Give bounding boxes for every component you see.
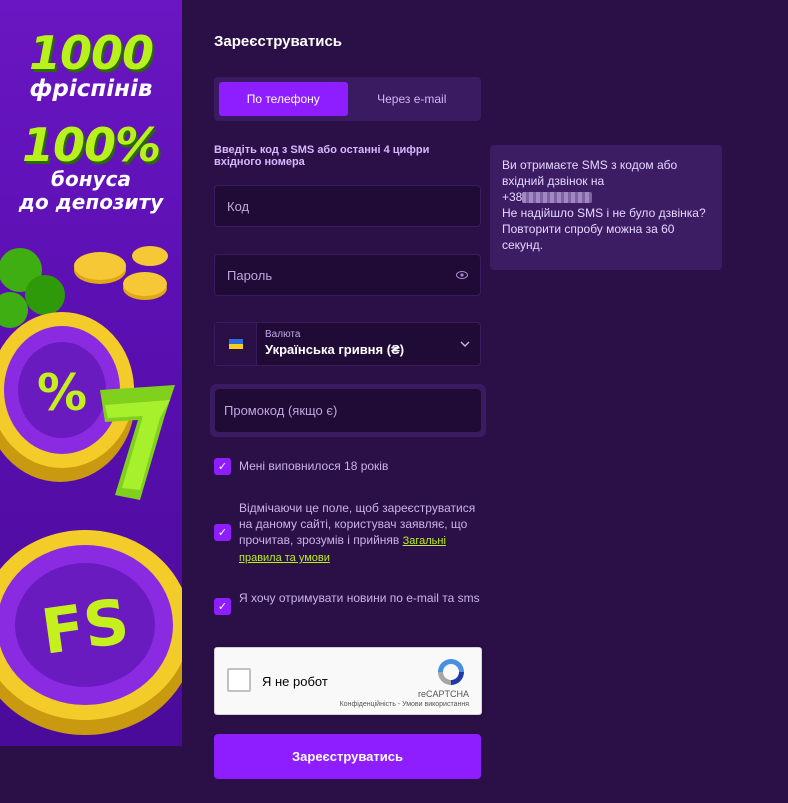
form-title: Зареєструватись xyxy=(214,33,343,50)
promo-bonus-percent: 100% xyxy=(21,118,161,172)
recaptcha-terms[interactable]: Конфіденційність - Умови використання xyxy=(340,701,469,708)
promo-code-input[interactable]: Промокод (якщо є) xyxy=(215,389,481,432)
currency-select[interactable]: Валюта Українська гривня (₴) xyxy=(214,322,481,366)
terms-label: Відмічаючи це поле, щоб зареєструватися … xyxy=(239,500,484,566)
promo-bonus-line1: бонуса xyxy=(51,167,131,191)
svg-text:%: % xyxy=(37,364,87,422)
newsletter-checkbox[interactable]: ✓ xyxy=(214,598,231,615)
age-confirm-checkbox[interactable]: ✓ xyxy=(214,458,231,475)
currency-value: Українська гривня (₴) xyxy=(265,342,405,357)
promo-code-field-wrapper: Промокод (якщо є) xyxy=(210,384,486,437)
sms-notice-text1: Ви отримаєте SMS з кодом або вхідний дзв… xyxy=(502,158,678,188)
gold-coins-icon xyxy=(74,246,168,300)
recaptcha-brand: reCAPTCHA xyxy=(417,689,469,699)
terms-checkbox[interactable]: ✓ xyxy=(214,524,231,541)
promo-banner[interactable]: 1000 фріспінів 100% бонуса до депозиту %… xyxy=(0,0,182,746)
registration-method-tabs: По телефону Через e-mail xyxy=(214,77,481,121)
chevron-down-icon[interactable] xyxy=(450,323,480,365)
promo-casino-chips-illustration: % FS xyxy=(0,246,182,735)
promo-freespins-label: фріспінів xyxy=(29,76,153,102)
recaptcha-checkbox[interactable] xyxy=(227,668,251,692)
svg-text:FS: FS xyxy=(37,584,133,668)
sms-notice: Ви отримаєте SMS з кодом або вхідний дзв… xyxy=(490,145,722,270)
registration-form: Зареєструватись По телефону Через e-mail… xyxy=(182,0,788,803)
tab-by-phone[interactable]: По телефону xyxy=(219,82,348,116)
newsletter-checkbox-row[interactable]: ✓ Я хочу отримувати новини по e-mail та … xyxy=(214,590,484,615)
promo-bonus-label: бонуса до депозиту xyxy=(0,168,182,214)
terms-checkbox-row[interactable]: ✓ Відмічаючи це поле, щоб зареєструватис… xyxy=(214,500,484,566)
sms-notice-phone-prefix: +38 xyxy=(502,190,523,204)
age-confirm-label: Мені виповнилося 18 років xyxy=(239,459,389,473)
register-button[interactable]: Зареєструватись xyxy=(214,734,481,779)
password-placeholder: Пароль xyxy=(227,267,273,283)
blurred-phone-number xyxy=(522,192,593,204)
age-confirm-checkbox-row[interactable]: ✓ Мені виповнилося 18 років xyxy=(214,458,388,475)
sms-notice-phone: +38 xyxy=(502,190,593,204)
show-password-eye-icon[interactable] xyxy=(456,268,468,282)
newsletter-label: Я хочу отримувати новини по e-mail та sm… xyxy=(239,591,480,605)
currency-flag xyxy=(215,323,257,365)
fs-chip-icon: FS xyxy=(0,530,182,735)
sms-code-placeholder: Код xyxy=(227,198,250,214)
sms-notice-text2: Не надійшло SMS і не було дзвінка? Повто… xyxy=(502,206,706,252)
currency-label: Валюта xyxy=(265,329,301,340)
promo-bonus-line2: до депозиту xyxy=(18,190,164,214)
promo-freespins-count: 1000 xyxy=(28,26,154,80)
tab-by-email[interactable]: Через e-mail xyxy=(348,82,477,116)
registration-page: 1000 фріспінів 100% бонуса до депозиту %… xyxy=(0,0,788,803)
recaptcha-logo-icon xyxy=(438,659,464,685)
ukraine-flag-icon xyxy=(228,339,243,349)
sms-code-input[interactable]: Код xyxy=(214,185,481,227)
promo-code-placeholder: Промокод (якщо є) xyxy=(224,403,338,418)
sms-code-hint: Введіть код з SMS або останні 4 цифри вх… xyxy=(214,144,430,168)
recaptcha-label: Я не робот xyxy=(262,674,328,689)
promo-bottom-strip xyxy=(0,746,182,803)
recaptcha-widget: Я не робот reCAPTCHA Конфіденційність - … xyxy=(214,647,482,715)
password-input[interactable]: Пароль xyxy=(214,254,481,296)
